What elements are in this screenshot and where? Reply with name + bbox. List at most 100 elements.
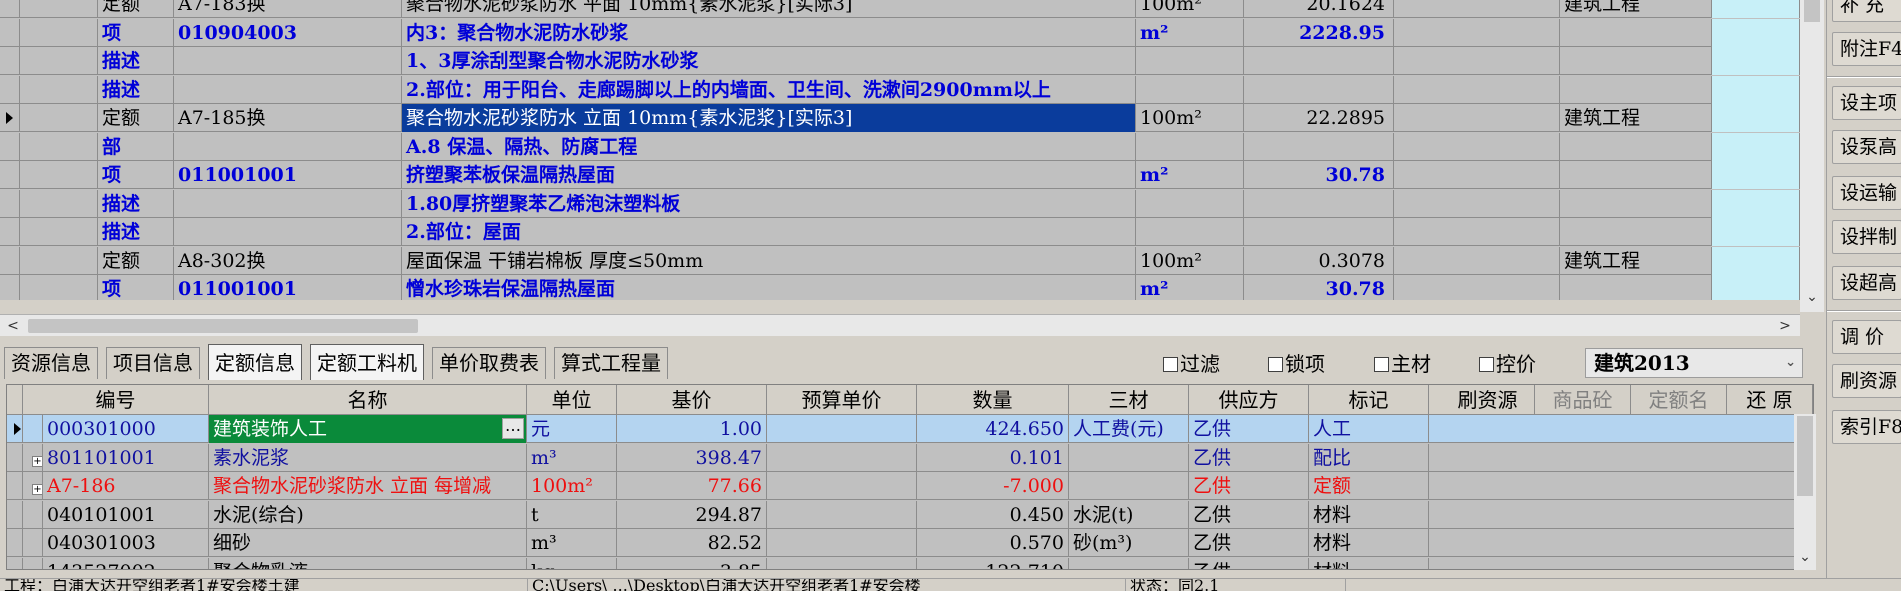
header-name[interactable]: 名称 [209,385,527,415]
cell-name[interactable]: 1、3厚涂刮型聚合物水泥防水砂浆 [402,47,1136,75]
cell-supplier[interactable]: 乙供 [1189,529,1309,557]
cell-unit[interactable]: 100m² [1136,247,1244,275]
cell-quantity[interactable]: 0.101 [917,444,1069,472]
scroll-down-arrow-icon[interactable]: ⌄ [1794,546,1816,568]
row-indicator[interactable] [0,133,20,161]
quota-row[interactable]: 定额 A8-302换 屋面保温 干铺岩棉板 厚度≤50mm 100m² 0.3078 建筑… [0,247,1800,275]
scroll-left-arrow-icon[interactable]: < [2,315,24,337]
cell-quantity[interactable]: 0.450 [917,501,1069,529]
quota-row[interactable]: 项 011001001 挤塑聚苯板保温隔热屋面 m² 30.78 [0,161,1800,189]
cell-cyan[interactable] [1712,161,1800,189]
row-indicator[interactable] [0,47,20,75]
cell-code[interactable] [174,218,402,246]
cell-cyan[interactable] [1712,76,1800,104]
cell-quantity[interactable]: 30.78 [1244,275,1394,300]
cell-cyan[interactable] [1712,104,1800,132]
cell-type[interactable]: 定额 [98,247,174,275]
cell-budget-price[interactable] [767,558,917,569]
cell-type[interactable]: 项 [98,161,174,189]
cell-mark[interactable]: 人工 [1309,415,1429,443]
cell-three-materials[interactable] [1069,444,1189,472]
row-indicator[interactable] [7,472,23,500]
cell-type[interactable]: 项 [98,275,174,300]
tab-unit-price-fee[interactable]: 单价取费表 [432,347,546,379]
cell-category[interactable] [1560,275,1712,300]
cell-cyan[interactable] [1712,47,1800,75]
cell-mark[interactable]: 材料 [1309,501,1429,529]
cell-base-price[interactable]: 77.66 [617,472,767,500]
cell-unit[interactable]: m² [1136,161,1244,189]
cell-unit[interactable]: t [527,501,617,529]
cell-type[interactable]: 描述 [98,190,174,218]
cell-quantity[interactable]: 424.650 [917,415,1069,443]
cell-unit[interactable] [1136,76,1244,104]
row-indicator[interactable] [7,415,23,443]
cell-extra[interactable] [1394,161,1560,189]
expander-cell[interactable] [23,415,43,443]
cell-type[interactable]: 定额 [98,0,174,18]
cell-quantity[interactable]: 30.78 [1244,161,1394,189]
expander-cell[interactable] [23,501,43,529]
cell-cyan[interactable] [1712,133,1800,161]
cell-code[interactable]: 011001001 [174,275,402,300]
cell-quantity[interactable]: -7.000 [917,472,1069,500]
cell-supplier[interactable]: 乙供 [1189,558,1309,569]
cell-quantity[interactable]: 20.1624 [1244,0,1394,18]
cell-code[interactable]: 000301000 [43,415,209,443]
cell-code[interactable] [174,47,402,75]
bottom-grid-vertical-scrollbar[interactable]: ⌄ [1794,414,1816,570]
set-main-item-button[interactable]: 设主项 [1832,86,1901,120]
expander-cell[interactable] [23,558,43,569]
header-quantity[interactable]: 数量 [917,385,1069,415]
quota-name-button[interactable]: 定额名 [1631,385,1727,415]
cell-unit[interactable]: 100m² [1136,104,1244,132]
row-indicator[interactable] [0,76,20,104]
cell-name[interactable]: 2.部位：用于阳台、走廊踢脚以上的内墙面、卫生间、洗漱间2900mm以上 [402,76,1136,104]
cell-name[interactable]: 聚合物水泥砂浆防水 平面 10mm{素水泥浆}[实际3] [402,0,1136,18]
expander-cell[interactable] [23,529,43,557]
cell-unit[interactable] [1136,133,1244,161]
cell-quantity[interactable] [1244,218,1394,246]
cell-quantity[interactable] [1244,133,1394,161]
header-mark[interactable]: 标记 [1309,385,1429,415]
row-number[interactable] [20,247,98,275]
cell-supplier[interactable]: 乙供 [1189,501,1309,529]
row-indicator[interactable] [0,275,20,300]
cell-cyan[interactable] [1712,247,1800,275]
cell-type[interactable]: 定额 [98,104,174,132]
row-number[interactable] [20,76,98,104]
cell-extra[interactable] [1394,19,1560,47]
set-pump-height-button[interactable]: 设泵高 [1832,130,1901,164]
cell-unit[interactable]: m² [1136,275,1244,300]
quota-list-grid[interactable]: 定额 A7-183换 聚合物水泥砂浆防水 平面 10mm{素水泥浆}[实际3] 100… [0,0,1800,300]
cell-name[interactable]: 聚合物乳液 [209,558,527,569]
header-base-price[interactable]: 基价 [617,385,767,415]
cell-mark[interactable]: 材料 [1309,529,1429,557]
row-indicator[interactable] [7,558,23,569]
top-grid-vertical-scrollbar[interactable]: ⌄ [1800,0,1824,312]
cell-type[interactable]: 项 [98,19,174,47]
cell-unit[interactable]: m³ [527,444,617,472]
resource-row[interactable]: + A7-186 聚合物水泥砂浆防水 立面 每增减 100m² 77.66 -7.000 乙… [7,472,1813,500]
cell-category[interactable] [1560,47,1712,75]
cell-code[interactable] [174,190,402,218]
quota-row[interactable]: 描述 1、3厚涂刮型聚合物水泥防水砂浆 [0,47,1800,75]
cell-extra[interactable] [1394,133,1560,161]
cell-budget-price[interactable] [767,501,917,529]
cell-base-price[interactable]: 1.00 [617,415,767,443]
cell-category[interactable] [1560,190,1712,218]
cell-base-price[interactable]: 82.52 [617,529,767,557]
cell-quantity[interactable]: 0.570 [917,529,1069,557]
index-button[interactable]: 索引F8 [1832,410,1901,444]
cell-category[interactable]: 建筑工程 [1560,0,1712,18]
refresh-resource-button[interactable]: 刷资源 [1441,385,1535,415]
cell-name[interactable]: 屋面保温 干铺岩棉板 厚度≤50mm [402,247,1136,275]
restore-button[interactable]: 还 原 [1727,385,1813,415]
resource-row[interactable]: 040301003 细砂 m³ 82.52 0.570 砂(m³) 乙供 材料 [7,529,1813,557]
header-supplier[interactable]: 供应方 [1189,385,1309,415]
tab-formula-quantity[interactable]: 算式工程量 [554,347,668,379]
cell-budget-price[interactable] [767,472,917,500]
cell-budget-price[interactable] [767,444,917,472]
row-number[interactable] [20,161,98,189]
cell-base-price[interactable]: 294.87 [617,501,767,529]
